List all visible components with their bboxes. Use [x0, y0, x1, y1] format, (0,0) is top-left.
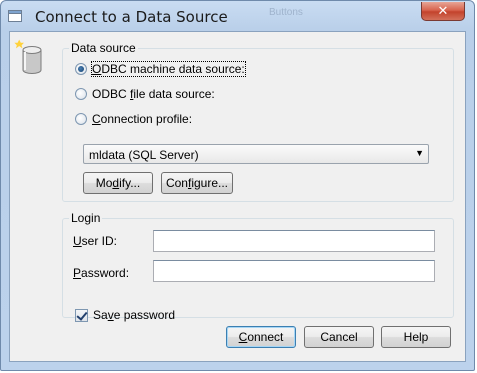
- save-password-checkbox-row[interactable]: Save password: [75, 308, 175, 322]
- window-title: Connect to a Data Source: [35, 8, 228, 26]
- login-legend: Login: [69, 211, 103, 225]
- radio-connection-profile-label: Connection profile:: [92, 112, 193, 126]
- datasource-group: Data source ODBC machine data source: OD…: [62, 41, 454, 202]
- radio-machine-datasource[interactable]: ODBC machine data source:: [75, 61, 246, 77]
- datasource-legend: Data source: [69, 41, 138, 55]
- radio-button[interactable]: [75, 88, 87, 100]
- radio-machine-datasource-label: ODBC machine data source:: [91, 61, 246, 77]
- configure-button[interactable]: Con f igure...: [161, 172, 233, 194]
- save-password-label: Save password: [93, 308, 176, 322]
- help-button[interactable]: Help: [381, 326, 451, 348]
- cancel-button[interactable]: Cancel: [304, 326, 374, 348]
- close-icon: ✕: [437, 3, 449, 18]
- connect-button[interactable]: Connect: [226, 326, 296, 348]
- user-id-input[interactable]: [153, 230, 435, 252]
- dropdown-selected-value: mldata (SQL Server): [89, 148, 199, 162]
- save-password-checkbox[interactable]: [75, 308, 88, 322]
- radio-button[interactable]: [75, 113, 87, 125]
- dialog-window: Connect to a Data Source Buttons ✕ Data …: [0, 0, 475, 371]
- dialog-client-area: Data source ODBC machine data source: OD…: [9, 31, 466, 362]
- password-label: Password:: [73, 266, 130, 280]
- radio-button[interactable]: [75, 63, 87, 75]
- modify-button[interactable]: Mo d ify...: [83, 172, 153, 194]
- radio-file-datasource-label: ODBC file data source:: [92, 87, 215, 101]
- database-cylinder-icon: [14, 39, 42, 74]
- user-id-label: User ID:: [73, 234, 118, 248]
- title-bar[interactable]: Connect to a Data Source Buttons ✕: [1, 1, 474, 31]
- radio-file-datasource[interactable]: ODBC file data source:: [75, 86, 215, 102]
- background-window-title: Buttons: [269, 7, 303, 18]
- radio-connection-profile[interactable]: Connection profile:: [75, 111, 192, 127]
- password-input[interactable]: [153, 260, 435, 282]
- connection-profile-dropdown[interactable]: mldata (SQL Server) ▼: [83, 144, 429, 164]
- chevron-down-icon[interactable]: ▼: [415, 148, 424, 158]
- window-app-icon: [8, 10, 22, 22]
- close-button[interactable]: ✕: [421, 2, 465, 21]
- login-group: Login User ID: Password: Save password: [62, 211, 454, 322]
